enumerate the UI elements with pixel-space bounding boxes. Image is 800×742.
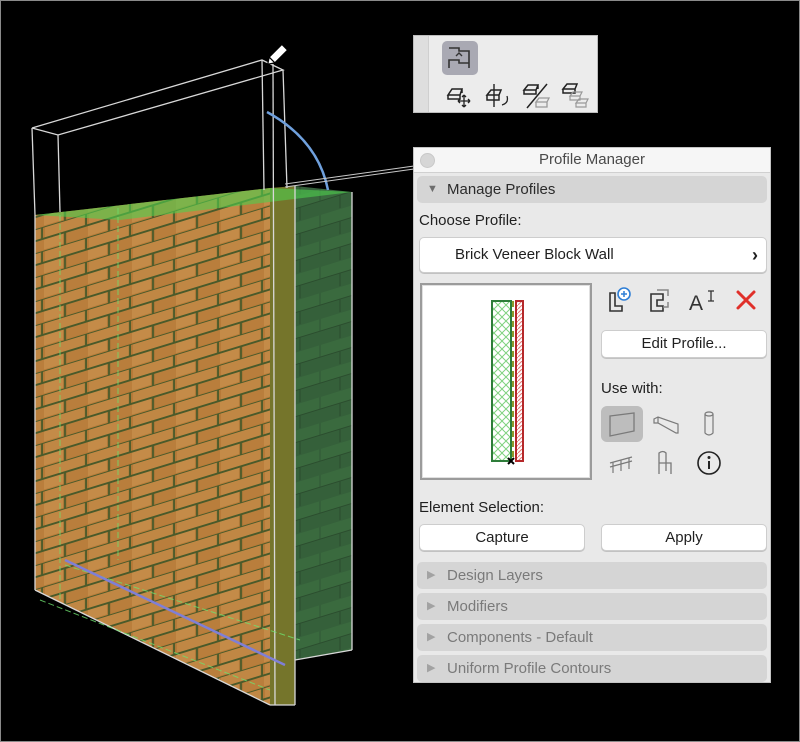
profile-editor-icon xyxy=(448,47,470,68)
element-selection-label: Element Selection: xyxy=(419,499,545,516)
new-profile-icon xyxy=(609,287,631,312)
profile-editor-button[interactable] xyxy=(442,41,478,75)
rename-profile-icon: A xyxy=(689,290,714,315)
column-icon xyxy=(704,411,714,436)
wall-icon xyxy=(609,412,635,437)
delete-icon xyxy=(736,290,756,310)
section-components-default[interactable]: ▶ Components - Default xyxy=(417,624,767,651)
toolbar-grip[interactable] xyxy=(414,36,429,112)
panel-title: Profile Manager xyxy=(539,151,645,168)
section-label: Modifiers xyxy=(447,598,508,615)
panel-titlebar[interactable]: Profile Manager xyxy=(414,148,770,173)
info-button[interactable] xyxy=(694,447,724,479)
block-wall-face xyxy=(295,186,352,660)
mirror-element-button[interactable] xyxy=(519,78,555,112)
use-with-object-toggle[interactable] xyxy=(650,447,680,479)
manage-profiles-header[interactable]: ▼ Manage Profiles xyxy=(417,176,767,203)
triangle-right-icon: ▶ xyxy=(427,569,436,581)
triangle-right-icon: ▶ xyxy=(427,631,436,643)
profile-preview xyxy=(420,283,592,480)
choose-profile-label: Choose Profile: xyxy=(419,212,522,229)
apply-button[interactable]: Apply xyxy=(601,524,767,551)
mirror-element-icon xyxy=(522,83,551,109)
rotation-arc xyxy=(266,110,330,191)
collapsed-sections: ▶ Design Layers ▶ Modifiers ▶ Components… xyxy=(414,558,770,682)
duplicate-profile-icon xyxy=(650,289,669,312)
multiply-element-button[interactable] xyxy=(558,78,594,112)
delete-profile-button[interactable] xyxy=(731,285,761,315)
info-icon xyxy=(697,451,721,475)
rotate-element-icon xyxy=(485,84,509,107)
close-button[interactable] xyxy=(420,153,435,168)
multiply-element-icon xyxy=(561,83,589,108)
use-with-wall-toggle[interactable] xyxy=(601,406,643,442)
triangle-right-icon: ▶ xyxy=(427,600,436,612)
rename-profile-button[interactable]: A xyxy=(686,285,720,315)
profile-preview-drawing xyxy=(491,300,524,465)
section-modifiers[interactable]: ▶ Modifiers xyxy=(417,593,767,620)
brick-veneer-face xyxy=(35,188,270,705)
chevron-right-icon: › xyxy=(752,245,758,265)
use-with-column-toggle[interactable] xyxy=(694,408,724,440)
svg-text:A: A xyxy=(689,292,703,315)
railing-icon xyxy=(609,456,633,473)
block-layer xyxy=(491,300,512,462)
section-uniform-profile-contours[interactable]: ▶ Uniform Profile Contours xyxy=(417,655,767,682)
edit-profile-button[interactable]: Edit Profile... xyxy=(601,330,767,358)
triangle-down-icon: ▼ xyxy=(427,183,438,195)
move-element-button[interactable] xyxy=(441,78,477,112)
profile-manager-panel: Profile Manager ▼ Manage Profiles Choose… xyxy=(413,147,771,683)
use-with-label: Use with: xyxy=(601,380,663,397)
section-label: Design Layers xyxy=(447,567,543,584)
triangle-right-icon: ▶ xyxy=(427,662,436,674)
pencil-cursor-icon xyxy=(266,43,289,66)
section-design-layers[interactable]: ▶ Design Layers xyxy=(417,562,767,589)
capture-button[interactable]: Capture xyxy=(419,524,585,551)
move-element-icon xyxy=(446,88,471,108)
use-with-railing-toggle[interactable] xyxy=(606,449,638,479)
profile-tools-toolbar xyxy=(413,35,598,113)
section-label: Components - Default xyxy=(447,629,593,646)
brick-layer xyxy=(515,300,524,462)
section-label: Uniform Profile Contours xyxy=(447,660,612,677)
profile-selector[interactable]: Brick Veneer Block Wall › xyxy=(419,237,767,273)
callout-connector xyxy=(284,165,415,188)
use-with-beam-toggle[interactable] xyxy=(650,410,684,440)
new-profile-button[interactable] xyxy=(605,285,635,315)
beam-icon xyxy=(653,416,679,434)
selected-profile-name: Brick Veneer Block Wall xyxy=(455,246,614,263)
chair-icon xyxy=(658,450,672,474)
rotate-element-button[interactable] xyxy=(480,78,516,112)
manage-profiles-label: Manage Profiles xyxy=(447,181,556,198)
duplicate-profile-button[interactable] xyxy=(646,285,676,315)
